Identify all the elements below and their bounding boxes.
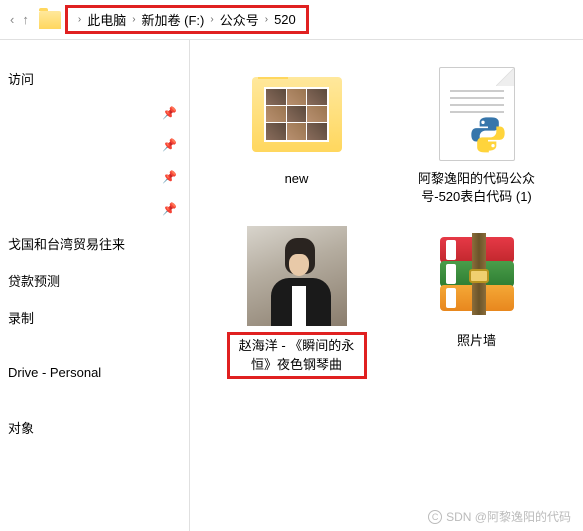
sidebar-item-label: 戈国和台湾贸易往来 <box>8 234 125 253</box>
watermark: C SDN @阿黎逸阳的代码 <box>428 508 571 525</box>
copyright-icon: C <box>428 510 442 524</box>
breadcrumb: › 此电脑 › 新加卷 (F:) › 公众号 › 520 <box>65 5 309 34</box>
sidebar-item[interactable]: 访问 <box>0 60 189 97</box>
breadcrumb-item[interactable]: 公众号 <box>220 10 259 29</box>
folder-icon <box>39 11 61 29</box>
breadcrumb-item[interactable]: 新加卷 (F:) <box>142 10 205 29</box>
sidebar-item[interactable]: 录制 <box>0 299 189 336</box>
sidebar-item[interactable]: 贷款预测 <box>0 262 189 299</box>
chevron-right-icon: › <box>72 14 87 25</box>
pin-icon: 📌 <box>162 170 177 184</box>
file-grid: new 阿黎逸阳的代码公众号-520表白代码 (1) <box>190 40 583 531</box>
sidebar-item-label: 贷款预测 <box>8 271 60 290</box>
file-label: 赵海洋 - 《瞬间的永恒》夜色钢琴曲 <box>227 332 367 378</box>
file-item-music[interactable]: 赵海洋 - 《瞬间的永恒》夜色钢琴曲 <box>227 226 367 378</box>
pin-icon: 📌 <box>162 138 177 152</box>
sidebar-item-label: 访问 <box>8 69 34 88</box>
file-label: new <box>285 170 309 188</box>
folder-item-new[interactable]: new <box>227 64 367 206</box>
sidebar-item[interactable]: 📌 <box>0 193 189 225</box>
chevron-right-icon: › <box>204 14 219 25</box>
rar-archive-icon <box>427 226 527 326</box>
breadcrumb-bar: ‹ ↑ › 此电脑 › 新加卷 (F:) › 公众号 › 520 <box>0 0 583 40</box>
sidebar-item-label: 对象 <box>8 418 34 437</box>
python-file-icon <box>427 64 527 164</box>
main-area: 访问 📌 📌 📌 📌 戈国和台湾贸易往来 贷款预测 录制 Drive - Per… <box>0 40 583 531</box>
folder-thumbnail <box>247 64 347 164</box>
breadcrumb-item[interactable]: 此电脑 <box>87 10 126 29</box>
sidebar: 访问 📌 📌 📌 📌 戈国和台湾贸易往来 贷款预测 录制 Drive - Per… <box>0 40 190 531</box>
sidebar-divider <box>0 336 189 356</box>
pin-icon: 📌 <box>162 106 177 120</box>
sidebar-item[interactable]: 📌 <box>0 129 189 161</box>
file-item-rar[interactable]: 照片墙 <box>407 226 547 378</box>
sidebar-item[interactable]: 📌 <box>0 161 189 193</box>
chevron-right-icon: › <box>259 14 274 25</box>
sidebar-item-label: 录制 <box>8 308 34 327</box>
chevron-right-icon: › <box>126 14 141 25</box>
music-thumbnail <box>247 226 347 326</box>
sidebar-divider <box>0 389 189 409</box>
watermark-text: SDN @阿黎逸阳的代码 <box>446 508 571 525</box>
breadcrumb-item[interactable]: 520 <box>274 12 296 27</box>
python-logo-icon <box>468 114 508 154</box>
file-label: 照片墙 <box>457 332 496 350</box>
sidebar-item[interactable]: 📌 <box>0 97 189 129</box>
pin-icon: 📌 <box>162 202 177 216</box>
sidebar-item[interactable]: 戈国和台湾贸易往来 <box>0 225 189 262</box>
nav-back-icon[interactable]: ‹ <box>10 12 14 27</box>
sidebar-item-label: Drive - Personal <box>8 365 101 380</box>
sidebar-item[interactable]: Drive - Personal <box>0 356 189 389</box>
file-label: 阿黎逸阳的代码公众号-520表白代码 (1) <box>407 170 547 206</box>
file-item-python[interactable]: 阿黎逸阳的代码公众号-520表白代码 (1) <box>407 64 547 206</box>
nav-up-icon[interactable]: ↑ <box>22 12 29 27</box>
nav-arrows: ‹ ↑ <box>4 12 35 27</box>
sidebar-item[interactable]: 对象 <box>0 409 189 446</box>
